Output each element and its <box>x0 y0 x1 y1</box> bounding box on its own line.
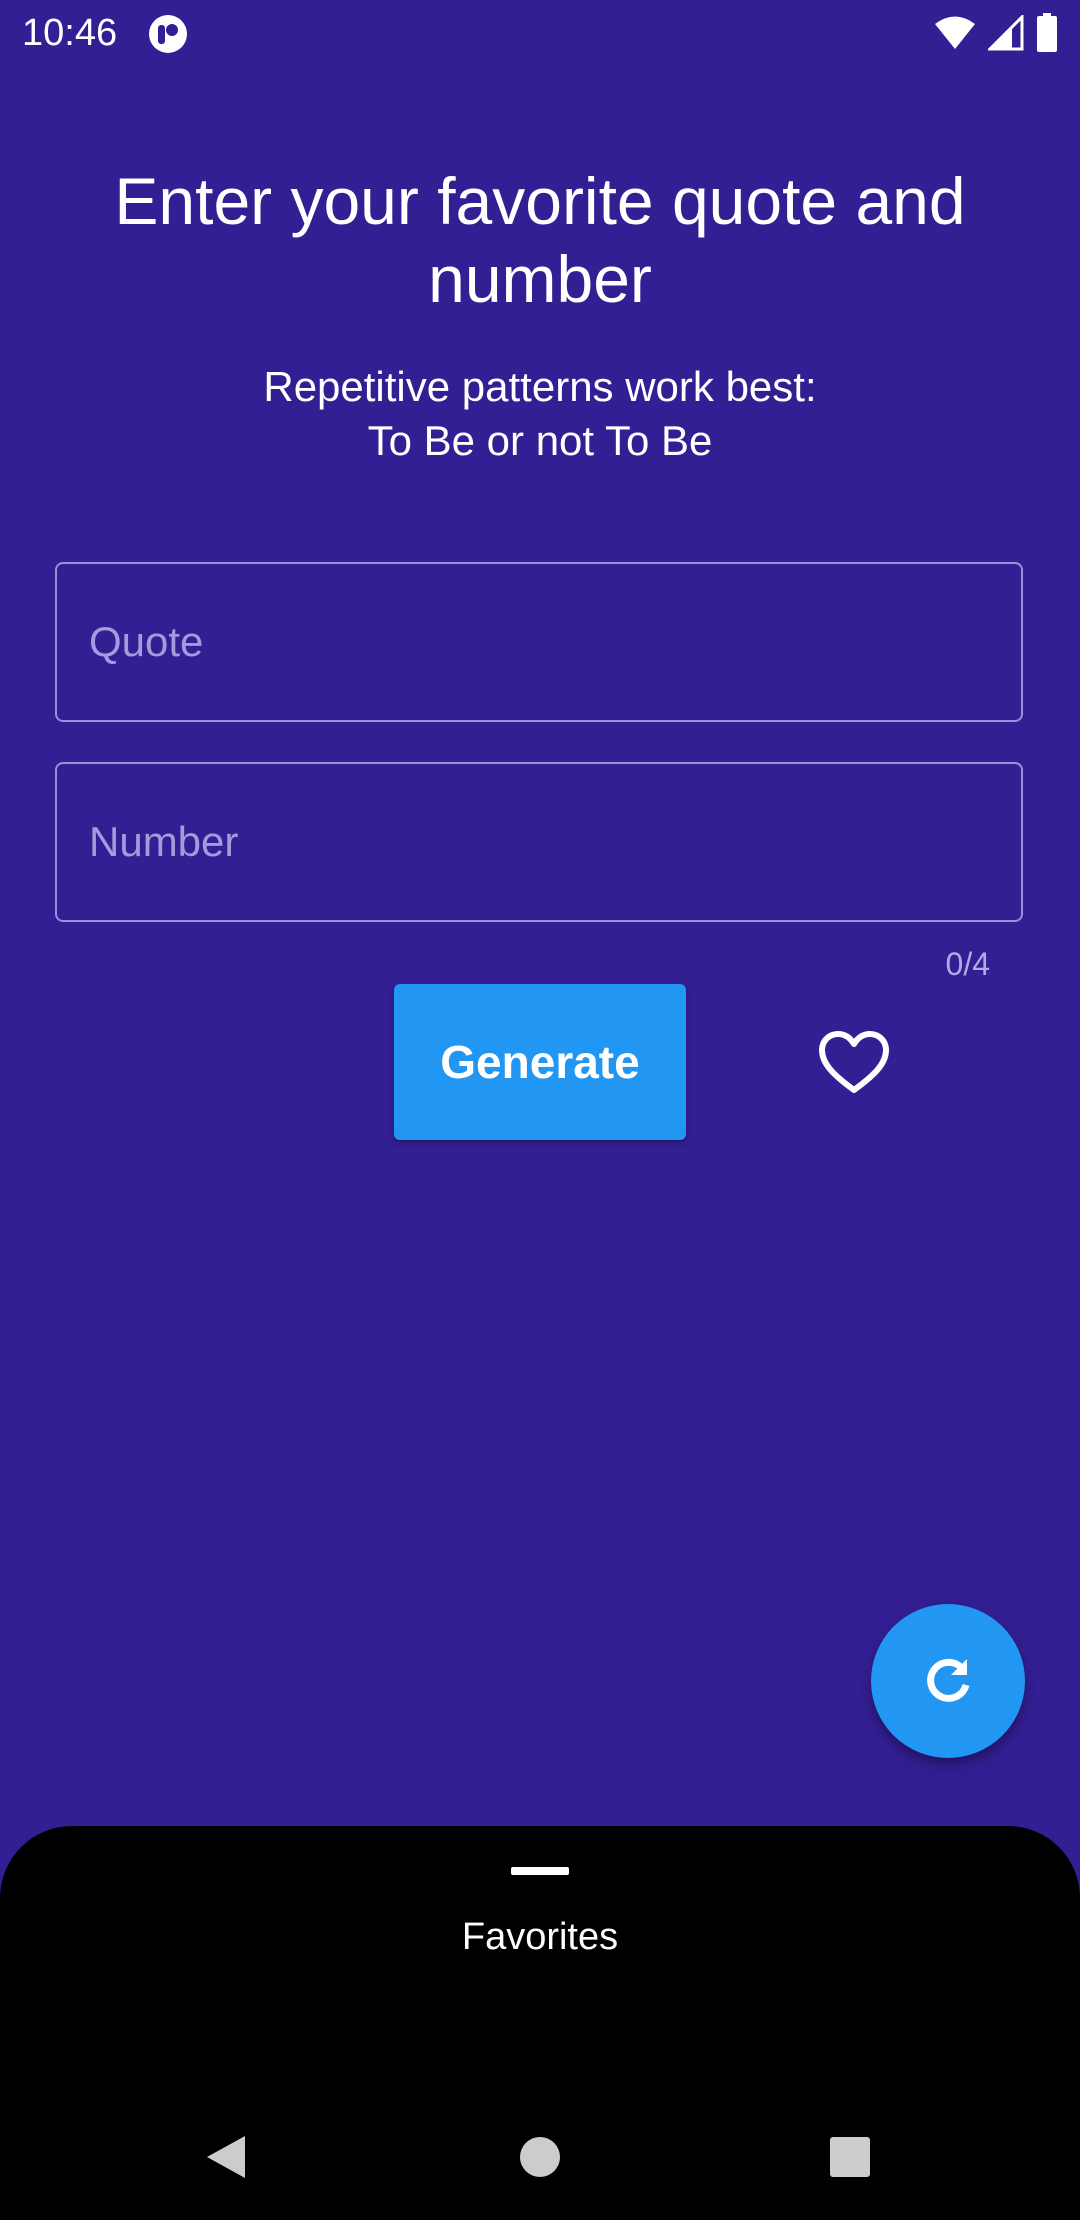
nav-recents-button[interactable] <box>780 2094 920 2220</box>
number-input[interactable] <box>57 764 1021 920</box>
signal-icon <box>988 15 1024 51</box>
battery-icon <box>1037 13 1057 52</box>
favorite-button[interactable] <box>818 1030 890 1096</box>
heart-outline-icon <box>819 1031 889 1093</box>
sheet-title: Favorites <box>461 1916 619 1958</box>
refresh-fab[interactable] <box>871 1604 1025 1758</box>
app-notification-icon <box>149 15 187 53</box>
sheet-drag-handle[interactable] <box>511 1867 569 1875</box>
system-nav-bar <box>0 2094 1080 2220</box>
status-icons <box>934 12 1058 54</box>
home-icon <box>520 2137 560 2177</box>
refresh-icon <box>927 1658 970 1702</box>
subtitle-line-1: Repetitive patterns work best: <box>263 363 817 410</box>
status-bar: 10:46 <box>0 0 1080 66</box>
quote-input[interactable] <box>57 564 1021 720</box>
status-time: 10:46 <box>22 12 118 54</box>
nav-back-button[interactable] <box>156 2094 296 2220</box>
recents-icon <box>830 2137 870 2177</box>
nav-home-button[interactable] <box>470 2094 610 2220</box>
generate-button[interactable]: Generate <box>394 984 686 1140</box>
number-char-counter: 0/4 <box>945 946 990 982</box>
wifi-icon <box>935 16 975 49</box>
page-title: Enter your favorite quote and number <box>114 164 966 316</box>
number-field[interactable] <box>55 762 1023 922</box>
quote-field[interactable] <box>55 562 1023 722</box>
back-icon <box>207 2136 245 2178</box>
page-subtitle: Repetitive patterns work best: To Be or … <box>60 360 1020 468</box>
subtitle-line-2: To Be or not To Be <box>367 417 713 464</box>
